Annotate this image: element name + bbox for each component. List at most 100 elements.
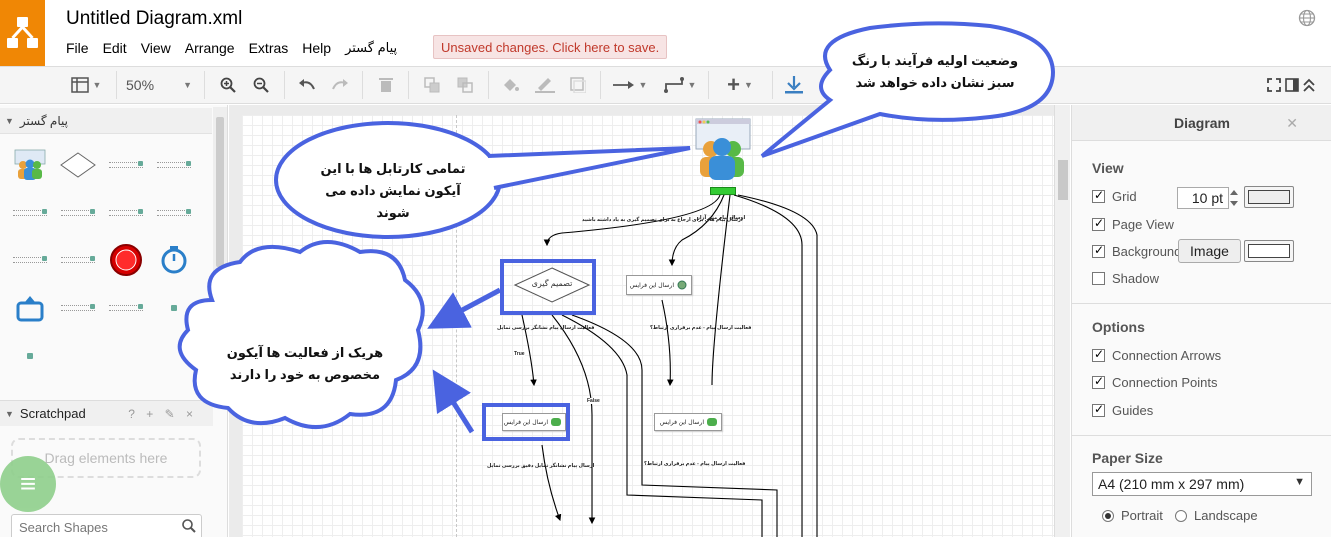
grid-size-input[interactable]: 10 pt (1177, 187, 1229, 209)
scratchpad-header[interactable]: ▼ Scratchpad ? + ✎ × (0, 400, 213, 426)
background-color-button[interactable] (1244, 240, 1294, 262)
menu-fab[interactable]: ≡ (0, 456, 56, 512)
checkbox-icon (1092, 216, 1105, 231)
options-section-title: Options (1092, 319, 1145, 335)
layout-icon (70, 77, 89, 93)
edge-start-down (711, 194, 731, 386)
shape-item-6[interactable] (60, 198, 96, 228)
grid-color-button[interactable] (1244, 186, 1294, 208)
decision-highlight (500, 259, 596, 315)
action-node-1[interactable]: ارسال این فرایس (626, 275, 692, 295)
shape-item-3[interactable] (108, 150, 144, 180)
menu-extras[interactable]: Extras (249, 40, 296, 56)
callout-text-cloud: هریک از فعالیت ها آیکون مخصوص به خود را … (226, 345, 384, 382)
shape-cartable[interactable] (12, 149, 48, 180)
checkbox-icon (1092, 374, 1105, 389)
menu-help[interactable]: Help (302, 40, 338, 56)
shape-item-10[interactable] (60, 245, 96, 275)
to-back-button[interactable] (455, 73, 475, 97)
connection-style-button[interactable]: ▼ (610, 73, 650, 97)
panel-layout-button[interactable]: ▼ (66, 73, 106, 97)
shape-loop[interactable] (12, 293, 48, 323)
portrait-radio[interactable]: Portrait (1102, 508, 1163, 523)
zoom-out-icon (253, 77, 269, 93)
shape-decision[interactable] (60, 150, 96, 180)
chevron-down-icon: ▼ (687, 80, 697, 90)
canvas-scrollbar[interactable] (1054, 105, 1070, 537)
shape-timer[interactable] (156, 245, 192, 275)
background-checkbox[interactable]: Background (1092, 243, 1181, 259)
zoom-select[interactable]: 50% ▼ (126, 73, 192, 97)
to-front-button[interactable] (422, 73, 442, 97)
collapse-header-button[interactable] (1301, 73, 1317, 97)
callout-text-top-left: تمامی کارتابل ها با این آیکون نمایش داده… (320, 161, 466, 220)
shape-item-4[interactable] (156, 150, 192, 180)
drawio-logo[interactable] (0, 0, 45, 66)
menu-arrange[interactable]: Arrange (185, 40, 242, 56)
shape-item-14[interactable] (60, 293, 96, 323)
fill-color-button[interactable] (500, 73, 520, 97)
waypoints-button[interactable]: ▼ (660, 73, 700, 97)
start-state-marker[interactable] (710, 187, 736, 195)
zoom-out-button[interactable] (251, 73, 271, 97)
false-label: False (587, 398, 600, 404)
timer-icon (161, 246, 187, 274)
scratchpad-tools[interactable]: ? + ✎ × (128, 407, 197, 421)
connection-points-checkbox[interactable]: Connection Points (1092, 374, 1218, 390)
delete-button[interactable] (376, 73, 396, 97)
triangle-down-icon: ▼ (5, 408, 14, 419)
menu-view[interactable]: View (141, 40, 178, 56)
undo-button[interactable] (297, 73, 317, 97)
file-title[interactable]: Untitled Diagram.xml (66, 8, 242, 30)
shape-item-9[interactable] (12, 245, 48, 275)
search-icon[interactable] (182, 519, 196, 533)
edge-label-3: فعالیت ارسال پیام نشانگر بررسی تمایل (497, 325, 595, 331)
shape-item-7[interactable] (108, 198, 144, 228)
edge-action-down (661, 299, 674, 387)
close-icon[interactable]: ✕ (1286, 115, 1298, 132)
grid-checkbox[interactable]: Grid (1092, 188, 1137, 204)
shape-item-15[interactable] (108, 293, 144, 323)
guides-checkbox[interactable]: Guides (1092, 402, 1153, 418)
edge-label-4: فعالیت ارسال پیام - عدم برقراری ارتباط؟ (650, 325, 752, 331)
waypoint-icon (663, 77, 684, 93)
action-node-3[interactable]: ارسال این فرایس (654, 413, 722, 431)
search-shapes-input[interactable]: Search Shapes (11, 514, 202, 537)
to-front-icon (424, 77, 440, 93)
library-header[interactable]: ▼ پیام گستر (0, 108, 212, 134)
menu-file[interactable]: File (66, 40, 96, 56)
spinner-icon[interactable] (1229, 187, 1239, 209)
redo-button[interactable] (330, 73, 350, 97)
format-panel-toggle[interactable] (1284, 73, 1300, 97)
menu-edit[interactable]: Edit (103, 40, 134, 56)
sidebar-icon (1285, 78, 1299, 92)
fullscreen-button[interactable] (1265, 73, 1283, 97)
line-color-button[interactable] (534, 73, 556, 97)
edge-start-right-2 (737, 194, 818, 537)
radio-icon (1175, 509, 1187, 522)
shape-item-16[interactable] (156, 293, 192, 323)
chat-icon (707, 418, 717, 426)
shape-end-event[interactable] (108, 244, 144, 276)
app-header: Untitled Diagram.xml File Edit View Arra… (0, 0, 1331, 66)
connection-arrows-checkbox[interactable]: Connection Arrows (1092, 347, 1221, 363)
shadow-checkbox[interactable]: Shadow (1092, 271, 1159, 286)
zoom-in-button[interactable] (218, 73, 238, 97)
shape-item-8[interactable] (156, 198, 192, 228)
cartable-users-icon (14, 149, 46, 180)
menu-bar: File Edit View Arrange Extras Help پیام … (66, 40, 411, 56)
unsaved-changes-notice[interactable]: Unsaved changes. Click here to save. (433, 35, 668, 59)
insert-button[interactable]: + ▼ (720, 72, 760, 97)
edge-label-6: فعالیت ارسال پیام - عدم برقراری ارتباط؟ (644, 461, 746, 467)
shape-item-17[interactable] (12, 341, 48, 371)
background-image-button[interactable]: Image (1178, 239, 1241, 263)
shadow-button[interactable] (568, 73, 588, 97)
export-button[interactable] (782, 73, 806, 97)
menu-payamgostar[interactable]: پیام گستر (345, 40, 404, 56)
page-view-checkbox[interactable]: Page View (1092, 216, 1174, 232)
globe-icon[interactable] (1298, 9, 1316, 27)
shape-item-5[interactable] (12, 198, 48, 228)
cartable-node[interactable] (690, 117, 754, 184)
paper-size-select[interactable]: A4 (210 mm x 297 mm) ▼ (1092, 472, 1312, 496)
landscape-radio[interactable]: Landscape (1175, 508, 1258, 523)
